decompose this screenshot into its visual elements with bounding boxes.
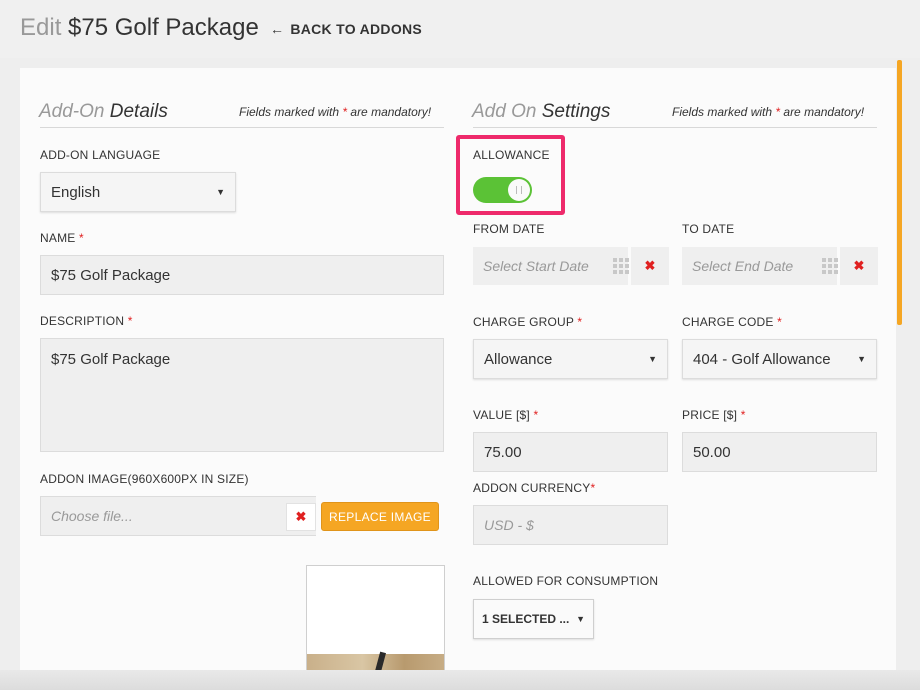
calendar-icon[interactable] [822, 258, 838, 274]
addon-settings-title: Add On Settings [472, 101, 610, 123]
required-star: * [577, 315, 583, 329]
allowance-toggle[interactable] [473, 177, 532, 203]
charge-group-label-text: CHARGE GROUP [473, 315, 574, 329]
consumption-select-value: 1 SELECTED ... [482, 612, 570, 626]
clear-to-date-icon[interactable]: ✖ [840, 247, 878, 285]
caret-down-icon: ▼ [216, 187, 225, 197]
back-link-label: BACK TO ADDONS [290, 21, 423, 37]
price-label-text: PRICE [$] [682, 408, 738, 422]
language-select[interactable]: English ▼ [40, 172, 236, 212]
page-title-text: $75 Golf Package [68, 14, 259, 41]
required-star: * [740, 408, 746, 422]
arrow-left-icon: ← [270, 21, 285, 37]
value-label: VALUE [$] * [473, 408, 538, 422]
language-select-value: English [51, 183, 101, 201]
required-star: * [775, 105, 781, 119]
addon-image-label: ADDON IMAGE(960X600PX IN SIZE) [40, 472, 249, 486]
required-star: * [777, 315, 782, 329]
file-input[interactable]: Choose file... [40, 496, 316, 536]
section-title-bold: Settings [541, 101, 611, 122]
currency-input[interactable]: USD - $ [473, 505, 668, 545]
caret-down-icon: ▼ [648, 354, 657, 364]
divider [473, 127, 877, 128]
bottom-shade [0, 670, 920, 690]
consumption-select[interactable]: 1 SELECTED ... ▼ [473, 599, 594, 639]
charge-code-value: 404 - Golf Allowance [693, 350, 831, 368]
allowance-label: ALLOWANCE [473, 148, 550, 162]
mandatory-text: Fields marked with [239, 105, 340, 119]
section-title-bold: Details [109, 101, 168, 122]
charge-code-select[interactable]: 404 - Golf Allowance ▼ [682, 339, 877, 379]
to-date-input[interactable]: Select End Date [682, 247, 837, 285]
addon-details-title: Add-On Details [39, 101, 168, 123]
mandatory-note: Fields marked with * are mandatory! [239, 105, 431, 119]
scrollbar-thumb[interactable] [897, 60, 902, 325]
charge-group-select[interactable]: Allowance ▼ [473, 339, 668, 379]
edit-word: Edit [20, 14, 62, 41]
from-date-label: FROM DATE [473, 222, 545, 236]
clear-from-date-icon[interactable]: ✖ [631, 247, 669, 285]
name-input[interactable]: $75 Golf Package [40, 255, 444, 295]
to-date-label: TO DATE [682, 222, 735, 236]
page-title: Edit $75 Golf Package [20, 14, 259, 42]
from-date-group: Select Start Date ✖ [473, 247, 669, 285]
required-star: * [127, 314, 133, 328]
from-date-input[interactable]: Select Start Date [473, 247, 628, 285]
price-label: PRICE [$] * [682, 408, 746, 422]
divider [40, 127, 444, 128]
description-label: DESCRIPTION * [40, 314, 133, 328]
charge-code-label: CHARGE CODE * [682, 315, 782, 329]
name-label-text: NAME [40, 231, 76, 245]
currency-label-text: ADDON CURRENCY [473, 481, 591, 495]
consumption-label: ALLOWED FOR CONSUMPTION [473, 574, 659, 588]
back-to-addons-link[interactable]: ← BACK TO ADDONS [270, 21, 422, 37]
required-star: * [533, 408, 539, 422]
value-label-text: VALUE [$] [473, 408, 530, 422]
name-label: NAME * [40, 231, 84, 245]
required-star: * [79, 231, 84, 245]
charge-group-value: Allowance [484, 350, 553, 368]
mandatory-text: Fields marked with [672, 105, 773, 119]
mandatory-note: Fields marked with * are mandatory! [672, 105, 864, 119]
caret-down-icon: ▼ [576, 614, 585, 624]
grip-icon [516, 186, 522, 194]
mandatory-text-end: are mandatory! [350, 105, 432, 119]
replace-image-button[interactable]: REPLACE IMAGE [321, 502, 439, 531]
required-star: * [342, 105, 348, 119]
required-star: * [590, 481, 596, 495]
description-textarea[interactable]: $75 Golf Package [40, 338, 444, 452]
toggle-knob [508, 179, 530, 201]
section-title-light: Add On [472, 101, 537, 122]
addon-image-preview [306, 565, 445, 675]
charge-code-label-text: CHARGE CODE [682, 315, 774, 329]
value-input[interactable]: 75.00 [473, 432, 668, 472]
price-input[interactable]: 50.00 [682, 432, 877, 472]
calendar-icon[interactable] [613, 258, 629, 274]
clear-file-icon[interactable]: ✖ [286, 503, 316, 531]
caret-down-icon: ▼ [857, 354, 866, 364]
allowance-highlight-box [456, 135, 565, 215]
to-date-group: Select End Date ✖ [682, 247, 878, 285]
description-label-text: DESCRIPTION [40, 314, 125, 328]
charge-group-label: CHARGE GROUP * [473, 315, 582, 329]
section-title-light: Add-On [39, 101, 105, 122]
mandatory-text-end: are mandatory! [783, 105, 865, 119]
currency-label: ADDON CURRENCY* [473, 481, 595, 495]
language-label: ADD-ON LANGUAGE [40, 148, 161, 162]
